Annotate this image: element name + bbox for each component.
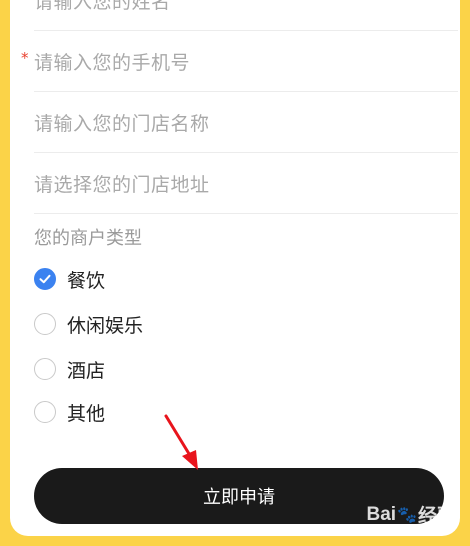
baidu-paw-icon: 🐾 <box>397 506 417 524</box>
radio-icon[interactable] <box>34 401 56 423</box>
red-arrow-icon <box>164 414 198 470</box>
baidu-watermark: Bai 🐾 经验 <box>366 501 456 528</box>
phone-placeholder: 请输入您的手机号 <box>34 51 191 74</box>
name-placeholder: 请输入您的姓名 <box>34 0 171 13</box>
merchant-type-option-catering[interactable]: 餐饮 <box>34 264 105 294</box>
watermark-text-left: Bai <box>366 503 397 525</box>
option-label: 酒店 <box>67 359 106 382</box>
merchant-type-option-other[interactable]: 其他 <box>34 397 105 427</box>
merchant-type-option-leisure[interactable]: 休闲娱乐 <box>34 309 143 339</box>
merchant-type-option-hotel[interactable]: 酒店 <box>34 354 105 384</box>
option-label: 餐饮 <box>67 269 106 292</box>
option-label: 其他 <box>67 402 106 425</box>
required-mark: * <box>21 49 29 67</box>
name-field[interactable]: 请输入您的姓名 <box>34 0 458 31</box>
radio-icon[interactable] <box>34 313 56 335</box>
radio-icon[interactable] <box>34 358 56 380</box>
phone-field[interactable]: * 请输入您的手机号 <box>21 31 458 92</box>
application-form-card: 请输入您的姓名 * 请输入您的手机号 请输入您的门店名称 请选择您的门店地址 您… <box>10 0 460 536</box>
watermark-text-right: 经验 <box>417 506 456 527</box>
check-icon[interactable] <box>34 268 56 290</box>
store-name-field[interactable]: 请输入您的门店名称 <box>34 92 458 153</box>
option-label: 休闲娱乐 <box>67 314 144 337</box>
store-address-placeholder: 请选择您的门店地址 <box>34 173 210 196</box>
merchant-type-label: 您的商户类型 <box>34 228 142 249</box>
store-name-placeholder: 请输入您的门店名称 <box>34 112 210 135</box>
store-address-field[interactable]: 请选择您的门店地址 <box>34 153 458 214</box>
